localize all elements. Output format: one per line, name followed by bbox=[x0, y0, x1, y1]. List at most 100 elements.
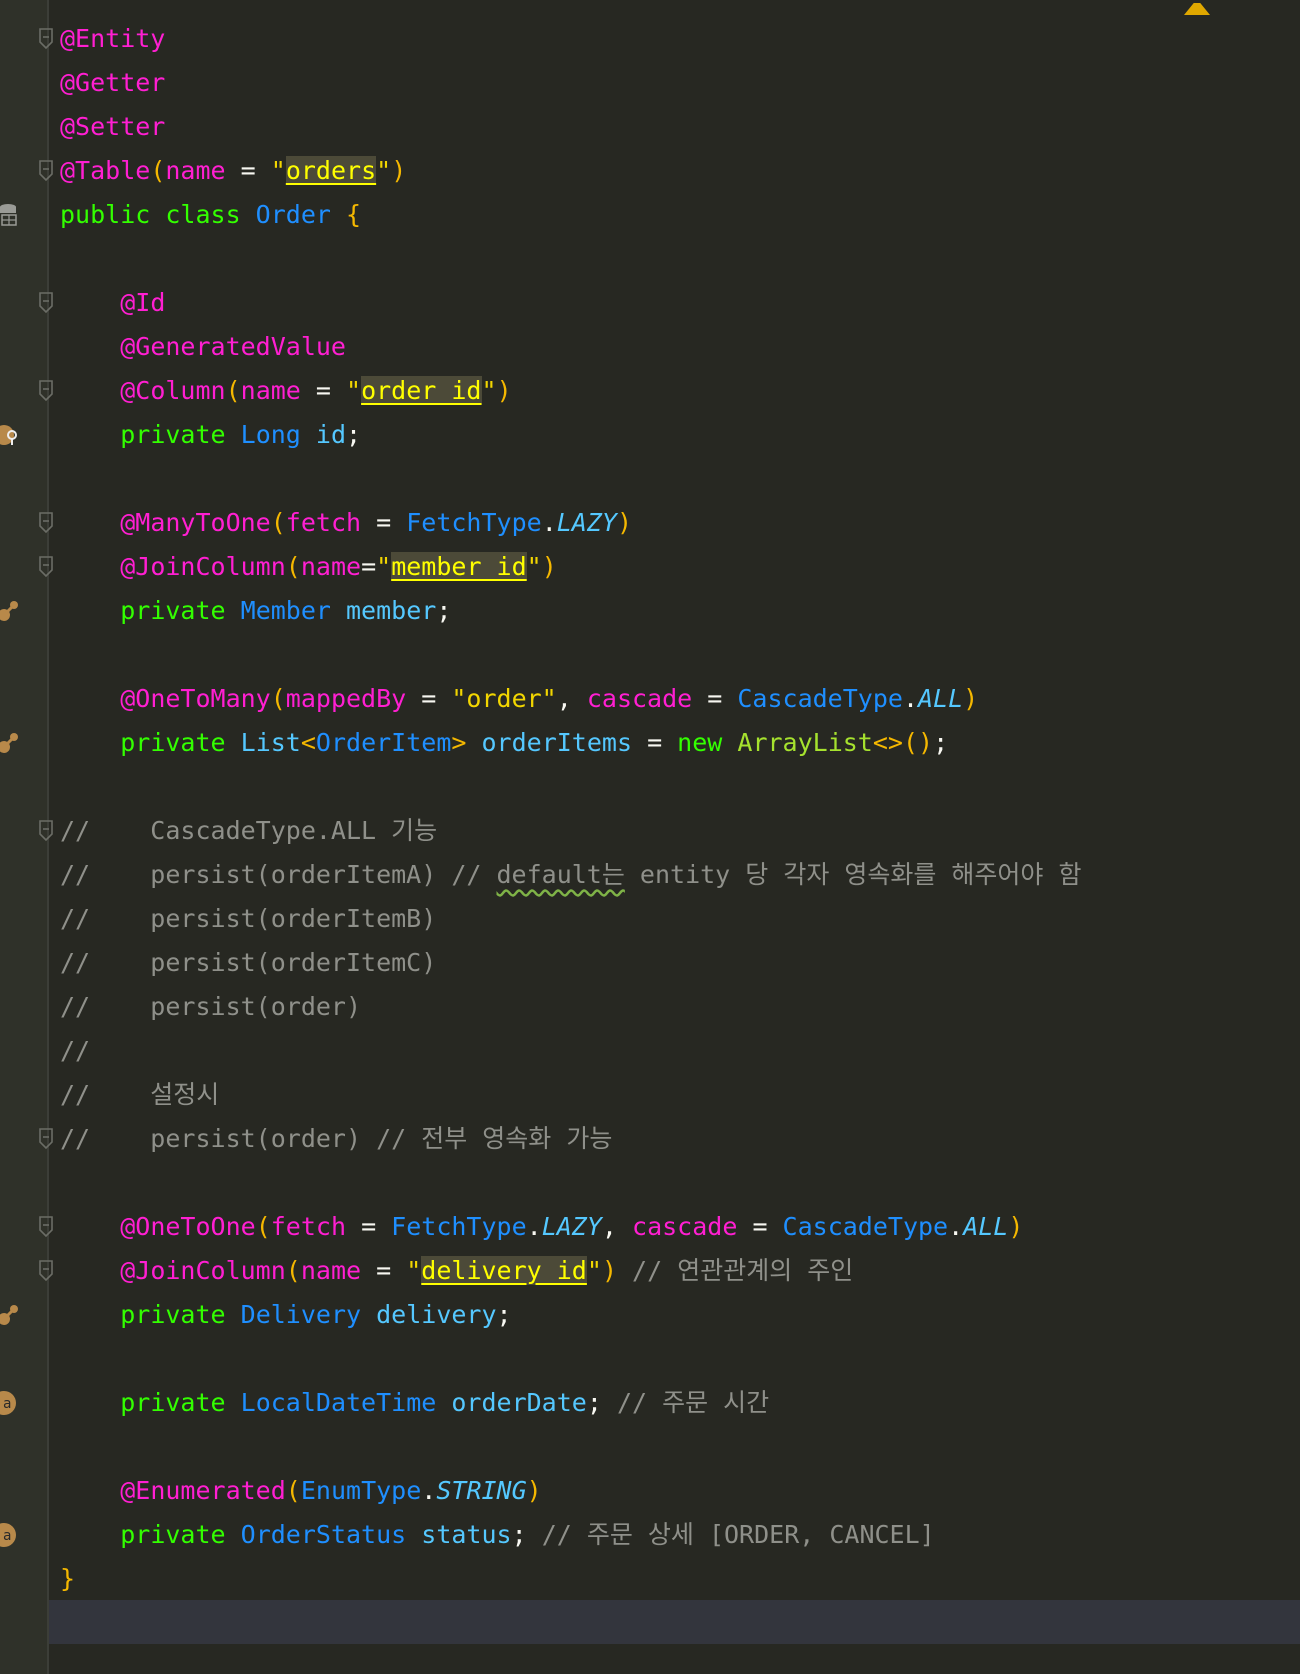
code-line[interactable]: @Entity bbox=[60, 17, 1300, 61]
code-line[interactable]: @OneToOne(fetch = FetchType.LAZY, cascad… bbox=[60, 1205, 1300, 1249]
code-line[interactable]: @Id bbox=[60, 281, 1300, 325]
db-icon[interactable] bbox=[0, 203, 20, 227]
fold-marker-icon[interactable] bbox=[38, 160, 54, 182]
code-token: , bbox=[556, 684, 587, 713]
fold-marker-icon[interactable] bbox=[38, 380, 54, 402]
code-line[interactable]: @Setter bbox=[60, 105, 1300, 149]
code-token: STRING bbox=[436, 1476, 527, 1505]
code-token: cascade bbox=[632, 1212, 738, 1241]
fold-marker-icon[interactable] bbox=[38, 556, 54, 578]
code-line[interactable]: @JoinColumn(name = "delivery_id") // 연관관… bbox=[60, 1249, 1300, 1293]
code-token: name bbox=[300, 552, 362, 581]
code-token: ) bbox=[541, 552, 557, 581]
code-token: name bbox=[165, 156, 226, 185]
code-token: @JoinColumn bbox=[120, 1256, 286, 1285]
code-line[interactable] bbox=[60, 633, 1300, 677]
code-token: Delivery bbox=[240, 1300, 377, 1329]
relation-icon[interactable] bbox=[0, 599, 20, 623]
code-line[interactable]: // bbox=[60, 1029, 1300, 1073]
code-line[interactable]: private OrderStatus status; // 주문 상세 [OR… bbox=[60, 1513, 1300, 1557]
code-token: . bbox=[541, 508, 557, 537]
code-line[interactable]: @JoinColumn(name="member_id") bbox=[60, 545, 1300, 589]
relation-icon[interactable] bbox=[0, 731, 20, 755]
fold-marker-icon[interactable] bbox=[38, 820, 54, 842]
code-token: fetch bbox=[285, 508, 362, 537]
code-token: = bbox=[361, 508, 407, 537]
code-token: @OneToMany bbox=[120, 684, 271, 713]
code-token: ; bbox=[496, 1300, 512, 1329]
code-line[interactable]: private List<OrderItem> orderItems = new… bbox=[60, 721, 1300, 765]
fold-marker-icon[interactable] bbox=[38, 292, 54, 314]
code-line[interactable]: // persist(order) // 전부 영속화 가능 bbox=[60, 1117, 1300, 1161]
code-token: = bbox=[632, 728, 678, 757]
code-token: orderItems bbox=[481, 728, 633, 757]
code-line[interactable]: @OneToMany(mappedBy = "order", cascade =… bbox=[60, 677, 1300, 721]
attribute-icon[interactable]: a bbox=[0, 1391, 20, 1415]
code-editor[interactable]: @Entity @Getter @Setter @Table(name = "orde… bbox=[0, 0, 1300, 1674]
code-line[interactable]: // persist(orderItemC) bbox=[60, 941, 1300, 985]
warning-icon[interactable] bbox=[1182, 0, 1212, 15]
code-line[interactable]: @Getter bbox=[60, 61, 1300, 105]
relation-icon[interactable] bbox=[0, 1303, 20, 1327]
fold-marker-icon[interactable] bbox=[38, 512, 54, 534]
fold-marker-icon[interactable] bbox=[38, 28, 54, 50]
code-line[interactable] bbox=[60, 1337, 1300, 1381]
fold-marker-icon[interactable] bbox=[38, 1128, 54, 1150]
code-token: @OneToOne bbox=[120, 1212, 256, 1241]
code-token: ) bbox=[391, 156, 407, 185]
code-line[interactable] bbox=[60, 237, 1300, 281]
code-token: ( bbox=[285, 552, 301, 581]
code-token: @Setter bbox=[60, 112, 166, 141]
code-token: = bbox=[406, 684, 452, 713]
code-line[interactable] bbox=[60, 1425, 1300, 1469]
code-token: Long bbox=[240, 420, 316, 449]
code-token: ) bbox=[963, 684, 979, 713]
code-line[interactable] bbox=[60, 1161, 1300, 1205]
fold-marker-icon[interactable] bbox=[38, 1260, 54, 1282]
code-token: // persist(orderItemC) bbox=[60, 948, 437, 977]
code-line[interactable] bbox=[60, 1601, 1300, 1645]
code-line[interactable]: // 설정시 bbox=[60, 1073, 1300, 1117]
code-line[interactable] bbox=[60, 765, 1300, 809]
code-line[interactable]: public class Order { bbox=[60, 193, 1300, 237]
code-token: @Column bbox=[120, 376, 226, 405]
code-line[interactable]: @Table(name = "orders") bbox=[60, 149, 1300, 193]
code-token: // 주문 시간 bbox=[616, 1388, 770, 1417]
code-token: Member bbox=[240, 596, 346, 625]
fold-marker-icon[interactable] bbox=[38, 1216, 54, 1238]
code-line[interactable]: } bbox=[60, 1557, 1300, 1601]
code-line[interactable]: private LocalDateTime orderDate; // 주문 시… bbox=[60, 1381, 1300, 1425]
attribute-icon[interactable]: a bbox=[0, 1523, 20, 1547]
code-line[interactable]: // CascadeType.ALL 기능 bbox=[60, 809, 1300, 853]
code-line[interactable]: @Enumerated(EnumType.STRING) bbox=[60, 1469, 1300, 1513]
code-area[interactable]: @Entity @Getter @Setter @Table(name = "orde… bbox=[60, 17, 1300, 1645]
code-token: // persist(orderItemA) // bbox=[60, 860, 497, 889]
code-token: ALL bbox=[918, 684, 964, 713]
code-line[interactable]: @GeneratedValue bbox=[60, 325, 1300, 369]
code-token: ( bbox=[285, 1256, 301, 1285]
code-line[interactable]: // persist(orderItemB) bbox=[60, 897, 1300, 941]
code-line[interactable]: @Column(name = "order_id") bbox=[60, 369, 1300, 413]
key-icon[interactable] bbox=[0, 423, 20, 447]
code-line[interactable]: // persist(orderItemA) // default는 entit… bbox=[60, 853, 1300, 897]
code-token: LocalDateTime bbox=[240, 1388, 452, 1417]
code-token: order_id bbox=[361, 376, 482, 405]
code-line[interactable]: private Long id; bbox=[60, 413, 1300, 457]
code-line[interactable]: private Member member; bbox=[60, 589, 1300, 633]
code-line[interactable]: @ManyToOne(fetch = FetchType.LAZY) bbox=[60, 501, 1300, 545]
code-token: = bbox=[361, 552, 377, 581]
svg-text:a: a bbox=[3, 1528, 11, 1544]
code-token: ; bbox=[586, 1388, 617, 1417]
code-line[interactable]: // persist(order) bbox=[60, 985, 1300, 1029]
code-token: ArrayList bbox=[737, 728, 873, 757]
code-token: ( bbox=[270, 684, 286, 713]
code-token: orderDate bbox=[451, 1388, 587, 1417]
code-token: . bbox=[526, 1212, 542, 1241]
code-line[interactable]: private Delivery delivery; bbox=[60, 1293, 1300, 1337]
code-line[interactable] bbox=[60, 457, 1300, 501]
